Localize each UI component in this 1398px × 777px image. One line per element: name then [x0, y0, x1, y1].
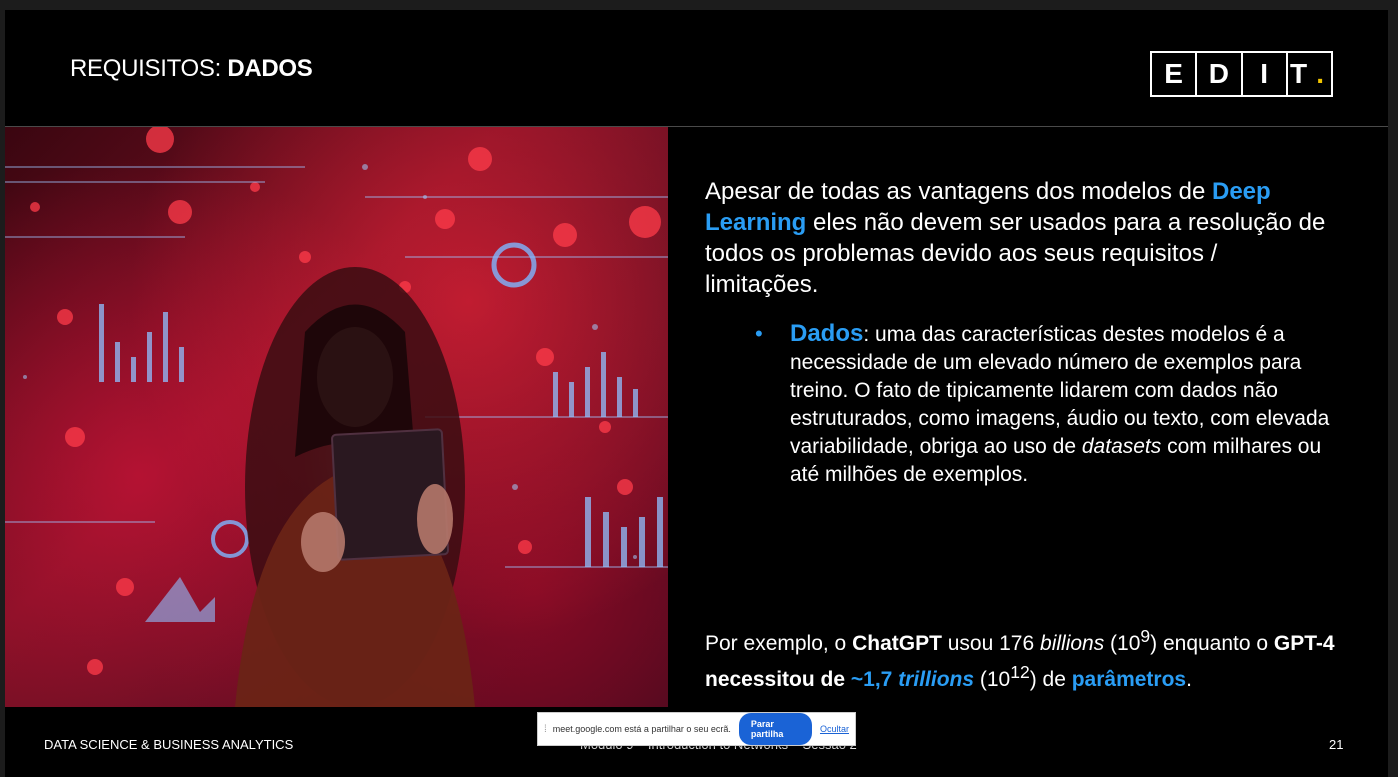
logo-letter: D	[1197, 53, 1243, 95]
bullet-marker: •	[755, 321, 763, 346]
example-paragraph: Por exemplo, o ChatGPT usou 176 billions…	[705, 626, 1335, 691]
drag-handle-icon[interactable]: ⁞	[544, 724, 547, 735]
logo-letter: I	[1243, 53, 1288, 95]
stop-sharing-button[interactable]: Parar partilha	[738, 713, 812, 745]
logo-letter: E	[1152, 53, 1198, 95]
hide-link[interactable]: Ocultar	[820, 724, 849, 734]
photo-illustration	[5, 127, 668, 707]
woman-with-tablet-photo	[5, 127, 668, 707]
slide-title: REQUISITOS: DADOS	[70, 55, 313, 82]
logo-letter: T.	[1290, 58, 1325, 89]
screen-share-bar: ⁞ meet.google.com está a partilhar o seu…	[537, 712, 856, 746]
intro-paragraph: Apesar de todas as vantagens dos modelos…	[705, 178, 1326, 298]
share-message: meet.google.com está a partilhar o seu e…	[552, 724, 731, 734]
bullet-text: Dados: uma das características destes mo…	[790, 320, 1330, 486]
footer-course: DATA SCIENCE & BUSINESS ANALYTICS	[44, 737, 294, 752]
page-number: 21	[1329, 737, 1344, 752]
slide: REQUISITOS: DADOS E D I T. Apesar de tod…	[5, 10, 1388, 777]
edit-logo: E D I T.	[1150, 51, 1333, 97]
